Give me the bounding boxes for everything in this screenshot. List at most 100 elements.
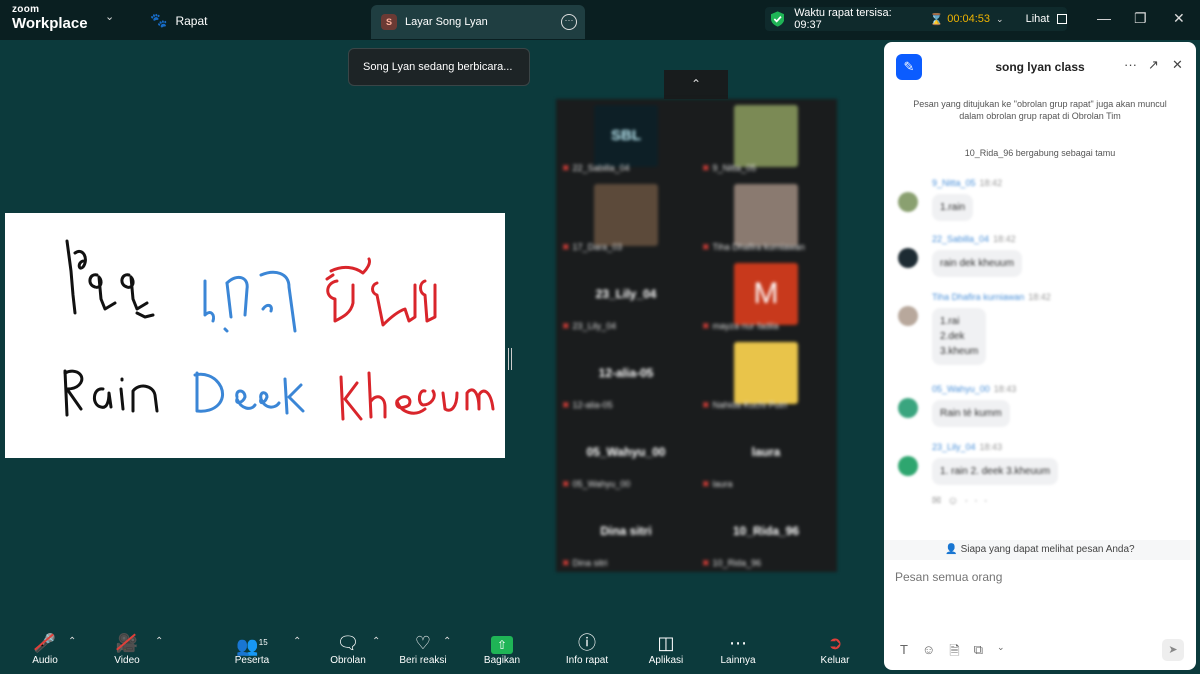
avatar[interactable] xyxy=(898,192,918,212)
message-actions: ✉☺··· xyxy=(932,494,993,507)
chevron-up-icon[interactable]: ⌃ xyxy=(443,636,451,647)
join-notice: 10_Rida_96 bergabung sebagai tamu xyxy=(964,148,1116,158)
message-bubble[interactable]: Rain té kumm xyxy=(932,400,1010,427)
more-button[interactable]: ⋯ Lainnya xyxy=(717,631,759,666)
minimize-icon[interactable]: — xyxy=(1097,10,1111,26)
participant-tile[interactable]: 05_Wahyu_00 ✖ 05_Wahyu_00 xyxy=(556,415,696,494)
chat-button[interactable]: 🗨 Obrolan xyxy=(326,631,370,666)
resize-handle[interactable] xyxy=(508,348,512,370)
zoom-logo[interactable]: zoom Workplace xyxy=(12,5,88,32)
chevron-down-icon[interactable]: ⌄ xyxy=(996,14,1004,25)
chevron-up-icon[interactable]: ⌃ xyxy=(68,636,76,647)
top-bar: zoom Workplace ⌄ 🐾 Rapat S Layar Song Ly… xyxy=(0,0,1200,40)
chat-header: ✎ song lyan class ··· ↗ ✕ xyxy=(884,42,1196,90)
participant-thumb: M xyxy=(734,263,798,325)
avatar[interactable] xyxy=(898,456,918,476)
more-options-icon[interactable]: ··· xyxy=(561,14,577,30)
elapsed-time[interactable]: 00:04:53 xyxy=(947,13,990,25)
message-line: 1.rai xyxy=(940,316,960,327)
participant-name: ✖ 23_Lily_04 xyxy=(562,321,617,331)
reply-icon[interactable]: ✉ xyxy=(932,495,947,507)
chevron-up-icon[interactable]: ⌃ xyxy=(155,636,163,647)
participant-thumb xyxy=(734,105,798,167)
leave-button[interactable]: ➲ Keluar xyxy=(815,631,855,666)
handwriting-drawing xyxy=(63,239,495,421)
participant-name: ✖ Dina sitri xyxy=(562,558,608,568)
apps-button[interactable]: ◫ Aplikasi xyxy=(644,631,688,666)
participant-tile[interactable]: ✖ Tiha Dhafira kurniawan xyxy=(696,178,836,257)
participant-tile[interactable]: M ✖ mayza nur fadila xyxy=(696,257,836,336)
audio-button[interactable]: 🎤 Audio xyxy=(28,631,62,666)
info-icon: ⓘ xyxy=(578,633,596,653)
more-options-icon[interactable]: ··· xyxy=(964,495,993,507)
message-bubble[interactable]: 1.rain xyxy=(932,194,974,221)
video-button[interactable]: 🎥 Video xyxy=(110,631,144,666)
participants-button[interactable]: 👥15 Peserta xyxy=(232,631,272,666)
visibility-info[interactable]: 👤 Siapa yang dapat melihat pesan Anda? xyxy=(884,540,1196,560)
participant-name: ✖ 17_Dara_03 xyxy=(562,242,623,252)
participant-tile[interactable]: 12-alia-05 ✖ 12-alia-05 xyxy=(556,336,696,415)
message-bubble[interactable]: rain dek kheuum xyxy=(932,250,1022,277)
participant-name: ✖ 05_Wahyu_00 xyxy=(562,479,631,489)
message-sender: Tiha Dhafira kurniawan 18:42 xyxy=(932,292,1051,302)
text-format-icon[interactable]: T xyxy=(900,642,908,664)
message-sender: 22_Sabilla_04 18:42 xyxy=(932,234,1016,244)
participant-name: ✖ laura xyxy=(702,479,733,489)
audio-label: Audio xyxy=(32,655,58,666)
participant-thumb xyxy=(594,184,658,246)
emoji-icon[interactable]: ☺ xyxy=(947,495,964,507)
gallery-collapse-button[interactable]: ⌃ xyxy=(664,70,728,99)
meeting-label: Rapat xyxy=(175,13,208,28)
participant-tile[interactable]: ✖ 17_Dara_03 xyxy=(556,178,696,257)
share-button[interactable]: ⇧ Bagikan xyxy=(480,631,524,666)
avatar[interactable] xyxy=(898,248,918,268)
send-icon[interactable]: ➤ xyxy=(1162,639,1184,661)
participant-name: ✖ Nahida Kuchi Putri xyxy=(702,400,788,410)
share-tab-label: Layar Song Lyan xyxy=(405,16,488,28)
chevron-up-icon[interactable]: ⌃ xyxy=(372,636,380,647)
participants-count: 15 xyxy=(258,638,268,647)
meeting-button[interactable]: 🐾 Rapat xyxy=(150,12,207,29)
chevron-down-icon[interactable]: ⌄ xyxy=(997,642,1005,664)
close-icon[interactable]: ✕ xyxy=(1172,57,1183,73)
view-grid-icon[interactable] xyxy=(1057,14,1068,24)
visibility-text: Siapa yang dapat melihat pesan Anda? xyxy=(960,544,1135,555)
message-line: 3.kheum xyxy=(940,346,979,357)
participant-tile[interactable]: 10_Rida_96 ✖ 10_Rida_96 xyxy=(696,494,836,573)
participant-tile[interactable]: ✖ 9_Nitta_05 xyxy=(696,99,836,178)
video-off-icon: 🎥 xyxy=(115,633,139,653)
participant-tile[interactable]: laura ✖ laura xyxy=(696,415,836,494)
restore-icon[interactable]: ❐ xyxy=(1134,10,1147,27)
message-bubble[interactable]: 1.rai 2.dek 3.kheum xyxy=(932,308,987,365)
chevron-down-icon[interactable]: ⌄ xyxy=(105,10,114,23)
chevron-up-icon[interactable]: ⌃ xyxy=(293,636,301,647)
file-icon[interactable]: 🗎 xyxy=(949,642,959,664)
tab-shared-screen[interactable]: S Layar Song Lyan ··· xyxy=(371,5,585,39)
screenshot-icon[interactable]: ⧉ xyxy=(974,642,983,664)
chat-input[interactable] xyxy=(895,570,1175,584)
meeting-timer: Waktu rapat tersisa: 09:37 ⌛ 00:04:53 ⌄ … xyxy=(765,7,1068,31)
participant-tile[interactable]: SBL ✖ 22_Sabilla_04 xyxy=(556,99,696,178)
view-button-label[interactable]: Lihat xyxy=(1026,13,1050,25)
participants-icon: 👥15 xyxy=(236,636,268,656)
participant-name: ✖ 10_Rida_96 xyxy=(702,558,762,568)
shield-check-icon[interactable] xyxy=(771,11,785,27)
react-button[interactable]: ♡ Beri reaksi xyxy=(396,631,450,666)
more-options-icon[interactable]: ··· xyxy=(1124,57,1137,72)
brand-bottom: Workplace xyxy=(12,15,88,32)
participant-tile[interactable]: ✖ Nahida Kuchi Putri xyxy=(696,336,836,415)
avatar[interactable] xyxy=(898,306,918,326)
message-bubble[interactable]: 1. rain 2. deek 3.kheuum xyxy=(932,458,1059,485)
participant-tile[interactable]: Dina sitri ✖ Dina sitri xyxy=(556,494,696,573)
avatar[interactable] xyxy=(898,398,918,418)
participant-display-name: 23_Lily_04 xyxy=(595,287,657,301)
meeting-info-button[interactable]: ⓘ Info rapat xyxy=(562,631,612,666)
participant-tile[interactable]: 23_Lily_04 ✖ 23_Lily_04 xyxy=(556,257,696,336)
popout-icon[interactable]: ↗ xyxy=(1148,57,1159,73)
emoji-icon[interactable]: ☺ xyxy=(922,642,935,664)
apps-icon: ◫ xyxy=(657,633,675,653)
share-badge: S xyxy=(381,14,397,30)
participants-label: Peserta xyxy=(234,655,270,666)
participant-thumb: SBL xyxy=(594,105,658,167)
close-icon[interactable]: ✕ xyxy=(1173,10,1185,27)
